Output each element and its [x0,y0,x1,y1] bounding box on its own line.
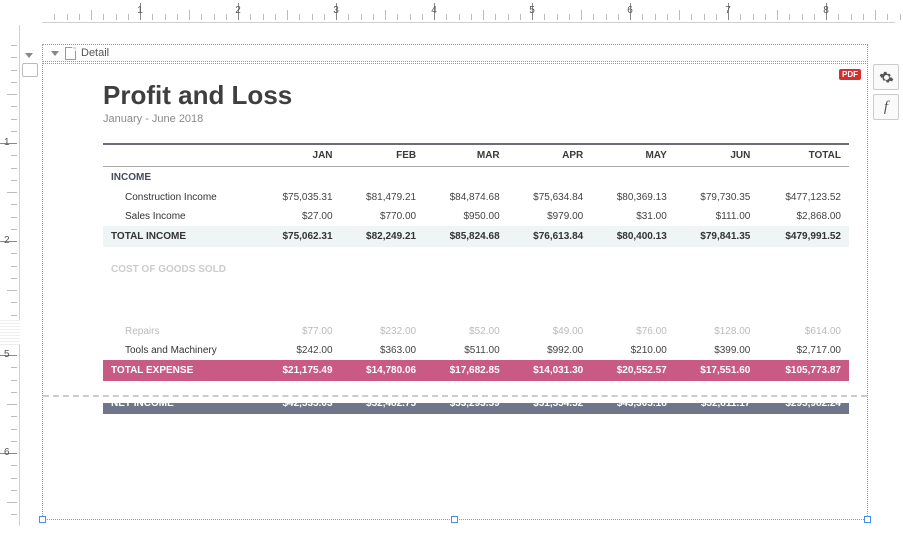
expand-caret-icon[interactable] [51,51,59,56]
col-header: JAN [257,144,341,167]
resize-handle[interactable] [451,516,458,523]
resize-handle[interactable] [39,516,46,523]
header-row: JANFEBMARAPRMAYJUNTOTAL [103,144,849,167]
total-income-row: TOTAL INCOME$75,062.31$82,249.21$85,824.… [103,226,849,247]
col-header: JUN [675,144,759,167]
settings-button[interactable] [873,64,899,90]
detail-band-icon [65,47,76,60]
table-row: Repairs$77.00$232.00$52.00$49.00$76.00$1… [103,322,849,341]
band-header[interactable]: Detail [42,44,868,62]
col-header: MAR [424,144,508,167]
col-header: APR [508,144,592,167]
table-row: Sales Income$27.00$770.00$950.00$979.00$… [103,207,849,226]
horizontal-ruler[interactable]: 12345678 [42,3,895,23]
total-expense-row: TOTAL EXPENSE$21,175.49$14,780.06$17,682… [103,360,849,381]
band-gutter [22,48,40,79]
fx-icon: f [884,99,888,116]
table-row: Tools and Machinery$242.00$363.00$511.00… [103,341,849,360]
report-preview: Profit and Loss January - June 2018 JANF… [43,64,867,519]
vertical-ruler[interactable]: 1256 [0,25,20,526]
design-canvas[interactable]: PDF Profit and Loss January - June 2018 … [42,63,868,520]
side-toolbar: f [873,64,899,124]
collapse-icon[interactable] [25,53,33,58]
resize-handle[interactable] [864,516,871,523]
report-table: JANFEBMARAPRMAYJUNTOTAL INCOME Construct… [103,143,849,280]
band-drag-icon[interactable] [22,63,38,77]
col-header: MAY [591,144,675,167]
table-row: Construction Income$75,035.31$81,479.21$… [103,188,849,207]
report-subtitle: January - June 2018 [103,113,849,125]
page-tear [43,389,867,403]
col-header [103,144,257,167]
gear-icon [879,70,894,85]
col-header: TOTAL [758,144,849,167]
band-label: Detail [81,47,109,59]
section-cogs: COST OF GOODS SOLD [103,259,849,280]
col-header: FEB [341,144,425,167]
scripts-button[interactable]: f [873,94,899,120]
report-title: Profit and Loss [103,80,849,111]
section-income: INCOME [103,167,849,189]
